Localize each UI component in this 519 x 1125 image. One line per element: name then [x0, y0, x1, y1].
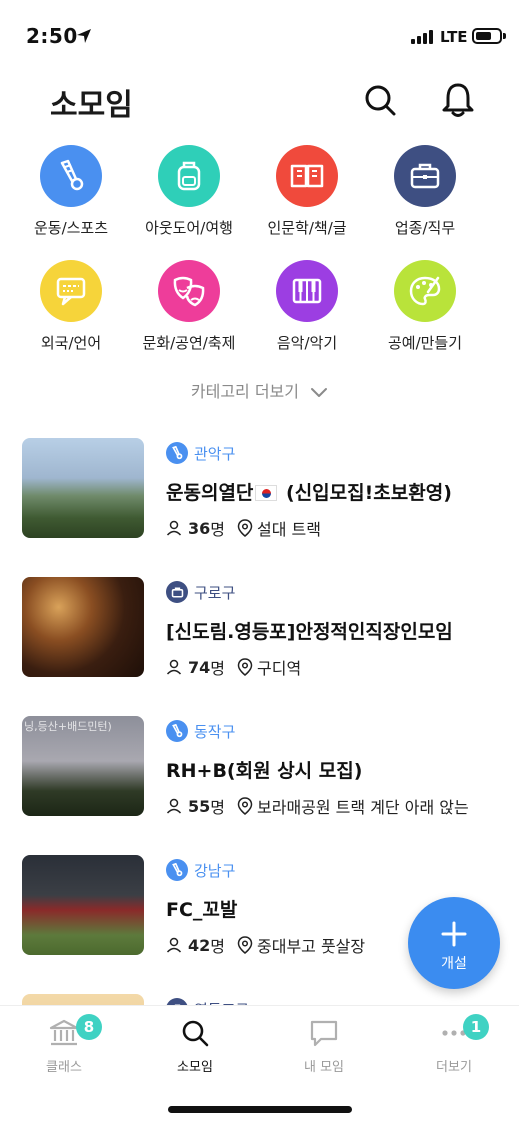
- category-books[interactable]: 인문학/책/글: [248, 145, 366, 260]
- location-pin-icon: [237, 519, 253, 537]
- location-pin-icon: [237, 658, 253, 676]
- briefcase-icon: [166, 581, 188, 603]
- location-pin-icon: [237, 936, 253, 954]
- thumbnail-caption: 닝,등산+배드민턴): [24, 720, 112, 733]
- tab-label: 클래스: [46, 1060, 82, 1075]
- theater-masks-icon: [158, 260, 220, 322]
- page-title: 소모임: [50, 88, 133, 123]
- plus-icon: [441, 921, 467, 947]
- chevron-down-icon: [311, 387, 328, 397]
- bell-icon[interactable]: [438, 80, 478, 120]
- network-type: LTE: [440, 28, 468, 46]
- category-label: 운동/스포츠: [33, 219, 109, 237]
- list-item[interactable]: 관악구 운동의열단 (신입모집!초보환영) 36 명 설대 트랙: [0, 438, 519, 577]
- category-sports[interactable]: 운동/스포츠: [12, 145, 130, 260]
- badminton-icon: [166, 720, 188, 742]
- tab-label: 소모임: [177, 1060, 213, 1075]
- group-title: [신도림.영등포]안정적인직장인모임: [166, 621, 453, 643]
- tab-class[interactable]: 클래스 8: [4, 1014, 124, 1075]
- group-thumbnail: 닝,등산+배드민턴): [22, 716, 144, 816]
- badminton-icon: [166, 442, 188, 464]
- badminton-icon: [166, 859, 188, 881]
- category-label: 아웃도어/여행: [145, 219, 233, 237]
- person-icon: [166, 659, 182, 675]
- status-bar: 2:50 LTE: [0, 0, 519, 70]
- group-meta: 36 명 설대 트랙: [166, 516, 321, 540]
- location-text: 중대부고 풋살장: [257, 937, 366, 956]
- region-badge: 관악구: [166, 442, 235, 464]
- member-count: 42: [188, 935, 211, 955]
- category-grid: 운동/스포츠 아웃도어/여행 인문학/책/글 업종/직무 외국/언어 문화/공연…: [12, 145, 512, 375]
- category-label: 음악/악기: [276, 334, 338, 352]
- create-group-button[interactable]: 개설: [408, 897, 500, 989]
- category-outdoor[interactable]: 아웃도어/여행: [130, 145, 248, 260]
- region-badge: 동작구: [166, 720, 235, 742]
- location-pin-icon: [237, 797, 253, 815]
- group-title: RH+B(회원 상시 모집): [166, 760, 363, 782]
- tab-label: 더보기: [436, 1060, 472, 1075]
- category-label: 문화/공연/축제: [142, 334, 236, 352]
- language-bubble-icon: [40, 260, 102, 322]
- location-arrow-icon: [77, 29, 91, 43]
- group-thumbnail: [22, 577, 144, 677]
- category-label: 외국/언어: [40, 334, 102, 352]
- group-title: FC_꼬발: [166, 899, 238, 921]
- region-label: 구로구: [194, 583, 236, 602]
- list-item[interactable]: 닝,등산+배드민턴) 동작구 RH+B(회원 상시 모집) 55 명 보라매공원 …: [0, 716, 519, 855]
- piano-icon: [276, 260, 338, 322]
- category-culture[interactable]: 문화/공연/축제: [130, 260, 248, 375]
- category-label: 인문학/책/글: [267, 219, 347, 237]
- notification-badge: 1: [463, 1014, 489, 1040]
- home-indicator: [168, 1106, 352, 1113]
- group-thumbnail: [22, 855, 144, 955]
- list-item[interactable]: 구로구 [신도림.영등포]안정적인직장인모임 74 명 구디역: [0, 577, 519, 716]
- group-meta: 55 명 보라매공원 트랙 계단 아래 앉는: [166, 794, 469, 818]
- region-badge: 강남구: [166, 859, 235, 881]
- location-text: 보라매공원 트랙 계단 아래 앉는: [257, 798, 469, 817]
- region-label: 관악구: [194, 444, 236, 463]
- category-music[interactable]: 음악/악기: [248, 260, 366, 375]
- member-count: 74: [188, 657, 211, 677]
- group-thumbnail: [22, 438, 144, 538]
- search-icon: [182, 1020, 209, 1047]
- group-title: 운동의열단 (신입모집!초보환영): [166, 482, 452, 504]
- search-icon[interactable]: [360, 80, 400, 120]
- member-count: 55: [188, 796, 211, 816]
- category-label: 업종/직무: [394, 219, 456, 237]
- category-label: 공예/만들기: [387, 334, 463, 352]
- more-categories-button[interactable]: 카테고리 더보기: [0, 378, 519, 402]
- category-crafts[interactable]: 공예/만들기: [366, 260, 484, 375]
- region-label: 동작구: [194, 722, 236, 741]
- backpack-icon: [158, 145, 220, 207]
- person-icon: [166, 798, 182, 814]
- battery-icon: [472, 28, 502, 44]
- chat-bubble-icon: [310, 1020, 338, 1047]
- category-jobs[interactable]: 업종/직무: [366, 145, 484, 260]
- status-time: 2:50: [26, 24, 78, 48]
- badminton-icon: [40, 145, 102, 207]
- signal-icon: [411, 30, 433, 44]
- region-label: 강남구: [194, 861, 236, 880]
- tab-somoim[interactable]: 소모임: [135, 1018, 255, 1075]
- notification-badge: 8: [76, 1014, 102, 1040]
- more-categories-label: 카테고리 더보기: [190, 382, 300, 401]
- tab-my-groups[interactable]: 내 모임: [264, 1018, 384, 1075]
- group-meta: 42 명 중대부고 풋살장: [166, 933, 365, 957]
- book-icon: [276, 145, 338, 207]
- tab-label: 내 모임: [303, 1060, 344, 1075]
- member-count: 36: [188, 518, 211, 538]
- briefcase-icon: [394, 145, 456, 207]
- person-icon: [166, 520, 182, 536]
- category-language[interactable]: 외국/언어: [12, 260, 130, 375]
- palette-icon: [394, 260, 456, 322]
- location-text: 설대 트랙: [257, 520, 321, 539]
- region-badge: 구로구: [166, 581, 235, 603]
- group-meta: 74 명 구디역: [166, 655, 301, 679]
- tab-more[interactable]: 더보기 1: [394, 1014, 514, 1075]
- create-group-label: 개설: [441, 956, 467, 972]
- korea-flag-icon: [255, 485, 278, 501]
- person-icon: [166, 937, 182, 953]
- bank-icon: [49, 1019, 79, 1046]
- location-text: 구디역: [257, 659, 302, 678]
